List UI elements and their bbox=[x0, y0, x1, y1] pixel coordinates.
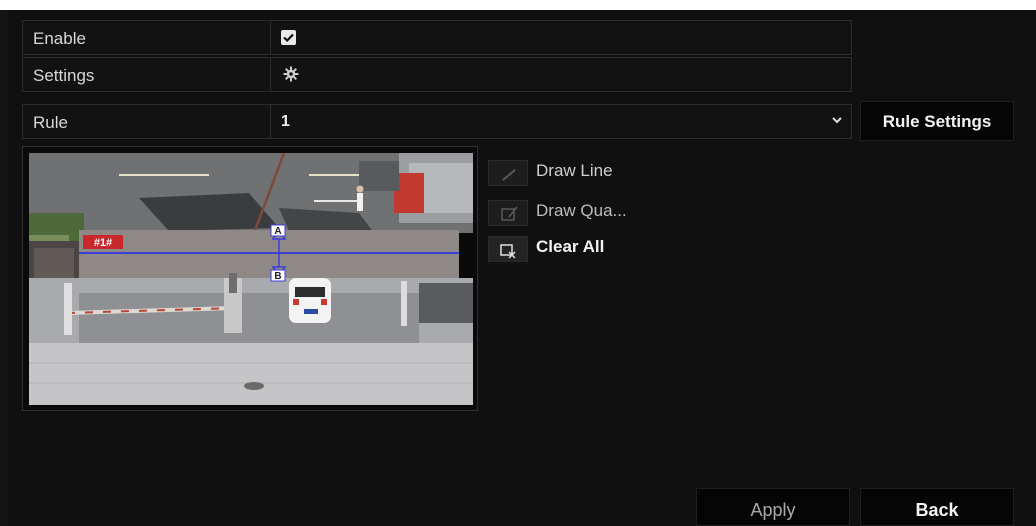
rule-select-value: 1 bbox=[281, 113, 290, 130]
left-edge bbox=[0, 10, 8, 526]
enable-value-cell bbox=[271, 21, 851, 54]
rule-select[interactable]: 1 bbox=[271, 105, 851, 138]
clear-all-label: Clear All bbox=[536, 237, 605, 256]
video-preview-frame: A B #1# bbox=[22, 146, 478, 411]
rule-settings-button[interactable]: Rule Settings bbox=[860, 101, 1014, 141]
settings-label: Settings bbox=[33, 66, 95, 85]
draw-line-tool[interactable]: Draw Line bbox=[488, 156, 788, 188]
marker-a-label: A bbox=[274, 226, 281, 237]
draw-quad-tool[interactable]: Draw Qua... bbox=[488, 196, 788, 228]
window-top-band bbox=[0, 0, 1036, 10]
checkmark-icon bbox=[283, 33, 294, 43]
polygon-icon bbox=[488, 200, 528, 226]
back-button-label: Back bbox=[915, 500, 959, 520]
camera-scene: A B #1# bbox=[29, 153, 473, 405]
draw-line-label: Draw Line bbox=[536, 161, 613, 180]
line-crossing-panel: Enable Settings Rule 1 Rule Settings A B… bbox=[8, 10, 1036, 526]
enable-checkbox[interactable] bbox=[281, 30, 296, 45]
apply-button-label: Apply bbox=[750, 500, 796, 520]
rule-row: Rule 1 bbox=[22, 104, 852, 139]
camera-preview[interactable]: A B #1# bbox=[29, 153, 473, 405]
line-icon bbox=[488, 160, 528, 186]
region-tag: #1# bbox=[94, 237, 112, 249]
gear-icon[interactable] bbox=[281, 64, 301, 84]
enable-label: Enable bbox=[33, 29, 86, 48]
rule-settings-button-label: Rule Settings bbox=[882, 112, 992, 131]
enable-label-cell: Enable bbox=[23, 21, 271, 54]
rule-label: Rule bbox=[33, 113, 68, 132]
apply-button[interactable]: Apply bbox=[696, 488, 850, 526]
clear-icon bbox=[488, 236, 528, 262]
settings-value-cell bbox=[271, 58, 851, 91]
enable-row: Enable bbox=[22, 20, 852, 55]
clear-all-tool[interactable]: Clear All bbox=[488, 232, 788, 264]
settings-row: Settings bbox=[22, 57, 852, 92]
marker-b-label: B bbox=[274, 271, 281, 282]
back-button[interactable]: Back bbox=[860, 488, 1014, 526]
chevron-down-icon[interactable] bbox=[831, 114, 843, 126]
settings-label-cell: Settings bbox=[23, 58, 271, 91]
draw-quad-label: Draw Qua... bbox=[536, 201, 627, 220]
rule-label-cell: Rule bbox=[23, 105, 271, 138]
